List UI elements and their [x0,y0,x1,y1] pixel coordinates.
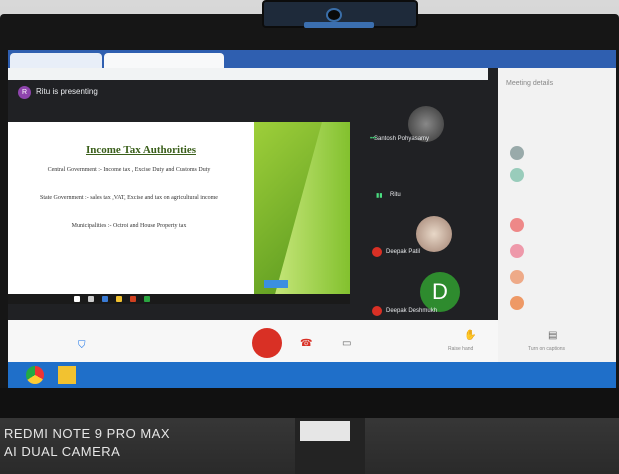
captions-icon[interactable]: ▤ [548,330,557,341]
shield-icon[interactable]: ⛉ [78,340,86,351]
webcam [262,0,418,28]
mic-toggle-button[interactable] [252,328,282,358]
participant-list-avatar [510,218,524,232]
panel-title: Meeting details [506,80,554,87]
participant-name: Deepak Deshmukh [386,308,438,314]
browser-tabbar [8,50,616,68]
shared-screen-taskbar [8,294,350,304]
captions-label[interactable]: Turn on captions [528,346,565,352]
monitor-screen: Ritu is presenting R Income Tax Authorit… [8,50,616,362]
browser-tab-active[interactable] [104,53,224,68]
presenter-avatar: R [18,86,31,99]
hand-icon[interactable]: ✋ [464,330,476,341]
speaking-icon: ••• [370,136,377,142]
windows-taskbar [8,362,616,388]
presenter-banner-text: Ritu is presenting [36,87,98,96]
monitor-lower-bezel [0,388,619,418]
end-call-icon[interactable]: ☎ [300,338,312,349]
participant-list-avatar [510,270,524,284]
slide-line: State Government :- sales tax ,VAT, Exci… [40,195,218,201]
webcam-lens [326,8,342,22]
participant-list-avatar [510,168,524,182]
participant-name: Ritu [390,192,401,198]
presenter-banner: Ritu is presenting [8,80,368,104]
camera-icon[interactable]: ▭ [342,338,351,349]
slide-title: Income Tax Authorities [85,144,196,156]
windows-icon [74,296,80,302]
participant-list-avatar [510,146,524,160]
camera-watermark: AI DUAL CAMERA [4,444,121,459]
monitor-stand-label [300,421,350,441]
shared-slide: Income Tax Authorities Central Governmen… [8,122,350,298]
search-icon [88,296,94,302]
participant-avatar: D [420,272,460,312]
participant-list-avatar [510,296,524,310]
mic-off-icon [372,306,382,316]
participant-list-avatar [510,244,524,258]
webcam-strip [304,22,374,28]
slide-button [264,280,288,288]
participant-photo [416,216,452,252]
address-bar[interactable] [8,68,488,80]
edge-icon [102,296,108,302]
chrome-icon [144,296,150,302]
speaking-icon: ▮▮ [376,193,383,199]
slide-line: Central Government :- Income tax , Excis… [47,167,211,173]
mic-off-icon [372,247,382,257]
meeting-details-panel: Meeting details [498,68,616,362]
raise-hand-label[interactable]: Raise hand [448,346,473,352]
participant-name: Santosh Pohyasamy [374,136,430,142]
chrome-icon[interactable] [26,366,44,384]
powerpoint-icon [130,296,136,302]
folder-icon[interactable] [58,366,76,384]
participant-name: Deepak Patil [386,249,421,255]
camera-watermark: REDMI NOTE 9 PRO MAX [4,426,171,441]
browser-tab[interactable] [10,53,102,68]
slide-line: Municipalities :- Octroi and House Prope… [71,223,187,229]
folder-icon [116,296,122,302]
